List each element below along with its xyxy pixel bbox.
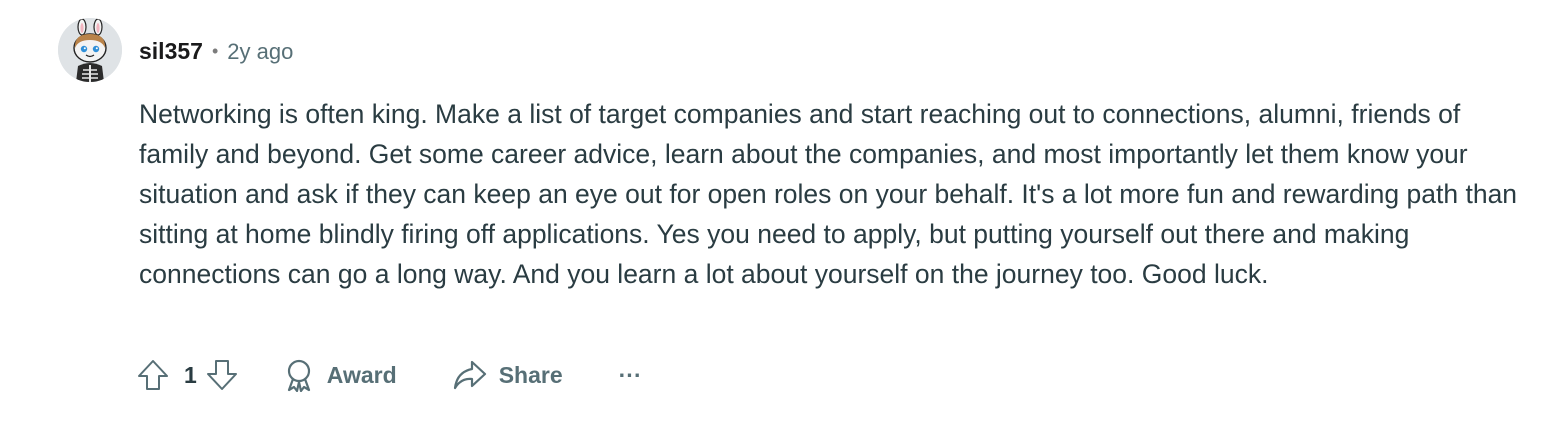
share-label: Share: [498, 361, 563, 388]
downvote-button[interactable]: [205, 358, 239, 392]
award-icon: [287, 359, 310, 392]
award-label: Award: [326, 361, 397, 388]
comment-meta: sil357 • 2y ago: [139, 36, 293, 68]
more-options-button[interactable]: ···: [619, 362, 642, 389]
arrow-up-icon: [138, 360, 168, 390]
meta-separator: •: [211, 41, 219, 61]
share-arrow-icon: [453, 360, 486, 390]
vote-count: 1: [184, 361, 197, 388]
comment: sil357 • 2y ago Networking is often king…: [0, 0, 1554, 428]
timestamp[interactable]: 2y ago: [227, 37, 293, 67]
award-button[interactable]: Award: [283, 358, 397, 392]
ellipsis-icon: ···: [618, 361, 642, 388]
username[interactable]: sil357: [139, 36, 203, 66]
avatar[interactable]: [58, 18, 122, 82]
snoo-avatar-icon: [58, 18, 122, 82]
arrow-down-icon: [206, 360, 237, 390]
comment-body: Networking is often king. Make a list of…: [139, 99, 1518, 289]
share-button[interactable]: Share: [453, 359, 563, 391]
vote-group: 1: [136, 358, 239, 392]
upvote-button[interactable]: [136, 358, 170, 392]
comment-action-bar: 1 Award Share ···: [136, 352, 642, 398]
